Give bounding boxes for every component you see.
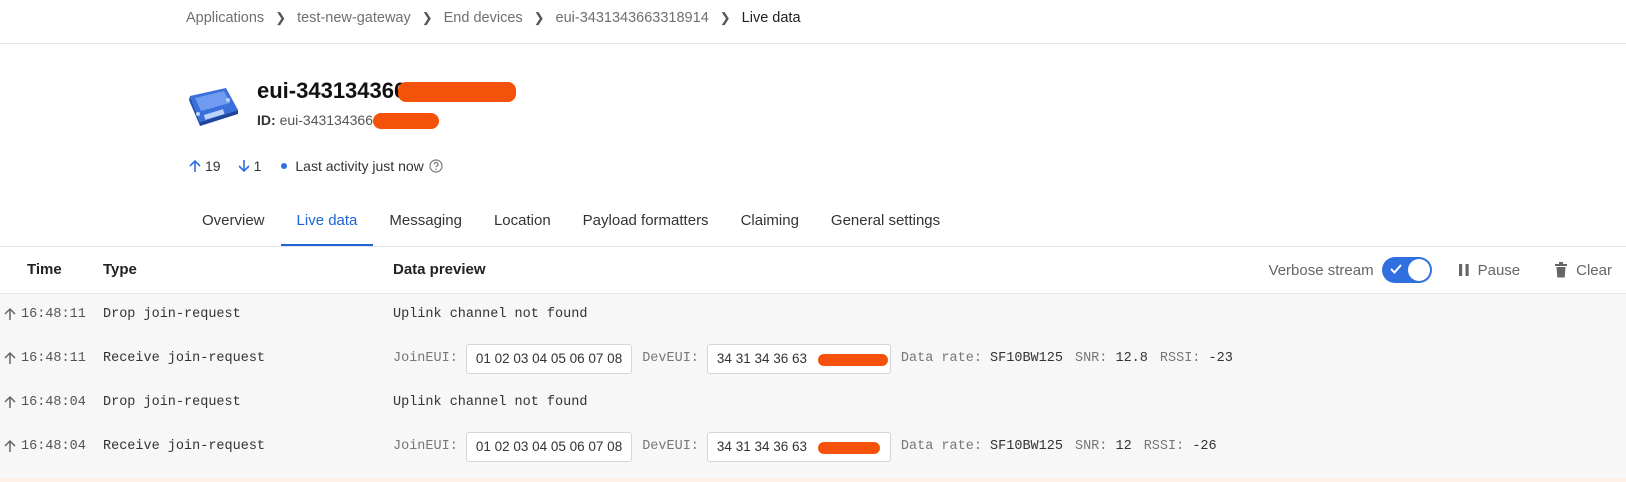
device-id: ID: eui-343134366 [257,112,373,128]
downlink-count: 1 [253,158,262,174]
redaction-mark [817,354,888,366]
redaction-mark [373,113,439,129]
device-title: eui-343134366 [257,78,407,103]
table-header: Time Type Data preview Verbose stream Pa… [0,247,1626,294]
arrow-up-icon [189,159,201,172]
row-time: 16:48:04 [21,439,86,454]
data-rate-label: Data rate: [900,439,982,454]
device-id-value: eui-343134366 [279,112,373,128]
row-type: Drop join-request [103,307,241,322]
last-activity: Last activity just now [295,158,424,174]
arrow-down-icon [238,160,250,173]
table-row[interactable]: 16:48:11 Receive join-request JoinEUI: 0… [0,337,1626,381]
clear-button[interactable]: Clear [1554,262,1612,279]
breadcrumb-end-devices[interactable]: End devices [444,10,523,26]
arrow-up-icon [4,351,16,364]
chevron-right-icon: ❯ [421,10,433,25]
tab-claiming[interactable]: Claiming [725,200,815,246]
dev-eui-value[interactable]: 34 31 34 36 63 [706,344,891,374]
table-row[interactable]: 16:48:04 Drop join-request Uplink channe… [0,381,1626,425]
data-rate-value: SF10BW125 [990,439,1063,454]
arrow-up-icon [4,307,16,320]
chevron-right-icon: ❯ [719,10,731,25]
toggle-knob [1407,259,1430,281]
stream-controls: Verbose stream Pause Clear [1269,255,1612,285]
pause-icon [1458,264,1469,276]
dev-eui-text: 34 31 34 36 63 [716,439,808,454]
activity-dot [281,163,288,169]
header-divider [0,43,1626,44]
device-stats: 19 1 Last activity just now [188,157,443,175]
tab-messaging[interactable]: Messaging [373,200,478,246]
snr-value: 12.8 [1115,351,1148,366]
next-row-highlight [0,478,1626,482]
tab-location[interactable]: Location [478,200,567,246]
live-data-table: Time Type Data preview Verbose stream Pa… [0,247,1626,482]
arrow-up-icon [4,395,16,408]
row-preview: JoinEUI: 01 02 03 04 05 06 07 08 DevEUI:… [393,425,1229,469]
breadcrumb: Applications ❯ test-new-gateway ❯ End de… [186,8,801,28]
arrow-up-icon [4,439,16,452]
pause-button[interactable]: Pause [1458,261,1521,279]
header-type: Type [103,261,137,278]
table-row[interactable]: 16:48:11 Drop join-request Uplink channe… [0,293,1626,337]
redaction-mark [817,442,880,454]
row-time: 16:48:04 [21,395,86,410]
breadcrumb-applications[interactable]: Applications [186,10,264,26]
verbose-stream-toggle[interactable] [1381,257,1432,283]
device-tabs: Overview Live data Messaging Location Pa… [186,200,956,246]
join-eui-value[interactable]: 01 02 03 04 05 06 07 08 [465,432,633,462]
dev-eui-label: DevEUI: [642,351,699,366]
pause-label: Pause [1477,261,1521,279]
row-preview: Uplink channel not found [393,395,588,410]
breadcrumb-current: Live data [741,10,801,26]
uplink-count: 19 [205,158,221,174]
join-eui-value[interactable]: 01 02 03 04 05 06 07 08 [465,344,633,374]
join-eui-label: JoinEUI: [393,439,458,454]
clear-label: Clear [1576,261,1612,279]
row-preview: JoinEUI: 01 02 03 04 05 06 07 08 DevEUI:… [393,337,1245,381]
snr-value: 12 [1115,439,1132,454]
uplink-stat: 19 [188,158,221,174]
rssi-label: RSSI: [1143,439,1185,454]
lora-device-icon [186,86,240,128]
dev-eui-label: DevEUI: [642,439,699,454]
row-time: 16:48:11 [21,307,86,322]
check-icon [1389,264,1402,274]
rssi-label: RSSI: [1159,351,1201,366]
header-time: Time [27,261,62,278]
dev-eui-value[interactable]: 34 31 34 36 63 [706,432,891,462]
data-rate-label: Data rate: [900,351,982,366]
rssi-value: -26 [1192,439,1217,454]
row-type: Receive join-request [103,439,266,454]
dev-eui-text: 34 31 34 36 63 [716,351,808,366]
tab-general-settings[interactable]: General settings [815,200,956,246]
row-time: 16:48:11 [21,351,86,366]
snr-label: SNR: [1074,439,1108,454]
redaction-mark [398,82,516,102]
header-data-preview: Data preview [393,261,486,278]
breadcrumb-device[interactable]: eui-3431343663318914 [556,10,709,26]
rssi-value: -23 [1208,351,1233,366]
trash-icon [1555,262,1568,278]
tab-overview[interactable]: Overview [186,200,281,246]
row-type: Receive join-request [103,351,266,366]
downlink-stat: 1 [237,158,262,174]
device-id-label: ID: [257,112,276,128]
join-eui-label: JoinEUI: [393,351,458,366]
breadcrumb-application[interactable]: test-new-gateway [297,10,411,26]
verbose-stream-label: Verbose stream [1268,261,1374,279]
chevron-right-icon: ❯ [275,10,287,25]
snr-label: SNR: [1074,351,1108,366]
help-icon[interactable] [429,159,443,173]
tab-live-data[interactable]: Live data [280,200,374,246]
chevron-right-icon: ❯ [533,10,545,25]
row-preview: Uplink channel not found [393,307,588,322]
data-rate-value: SF10BW125 [990,351,1063,366]
table-row[interactable]: 16:48:04 Receive join-request JoinEUI: 0… [0,425,1626,469]
tab-payload-formatters[interactable]: Payload formatters [567,200,725,246]
row-type: Drop join-request [103,395,241,410]
